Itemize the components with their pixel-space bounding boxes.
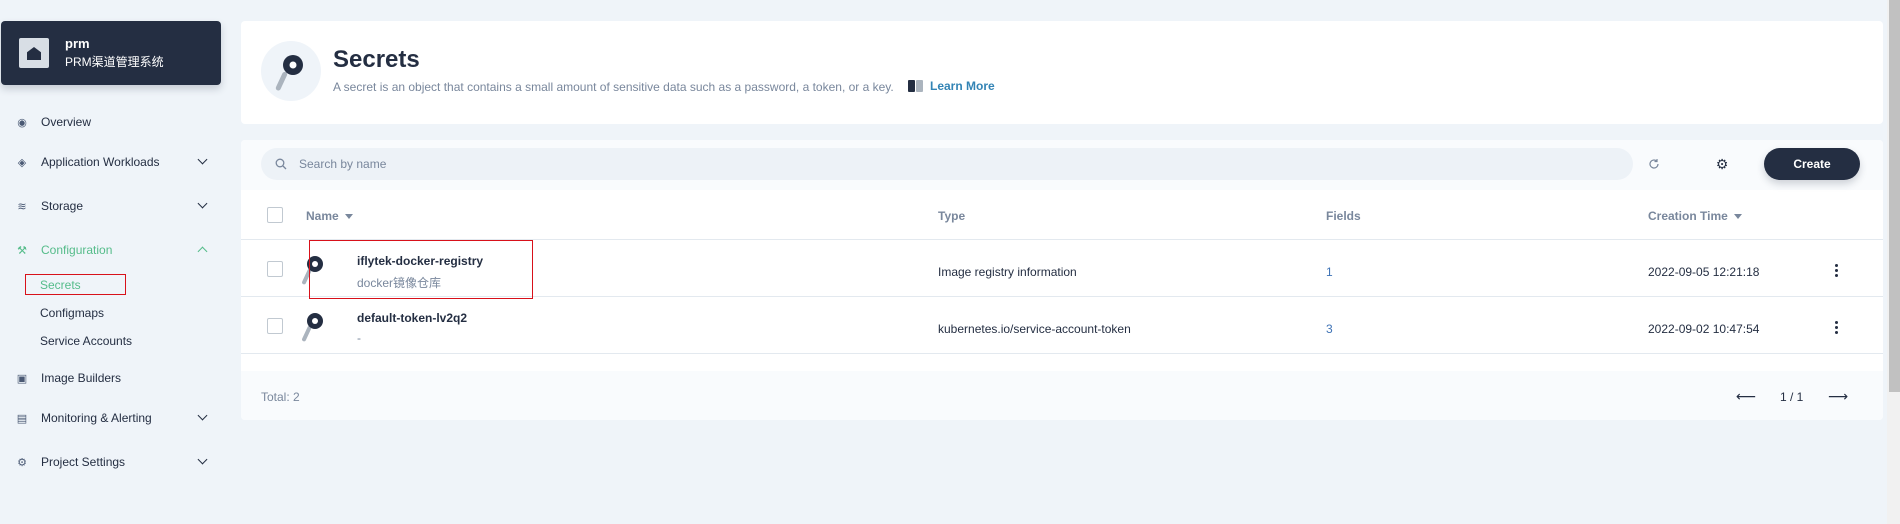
select-all-checkbox[interactable] bbox=[267, 207, 283, 223]
sidebar-item-label: Monitoring & Alerting bbox=[41, 411, 152, 425]
secrets-table-card: ⚙ Create Name Type Fields Creation Time … bbox=[241, 140, 1883, 420]
key-icon bbox=[261, 41, 321, 101]
page-indicator: 1 / 1 bbox=[1780, 390, 1804, 404]
page-header: Secrets A secret is an object that conta… bbox=[241, 21, 1883, 124]
project-name: prm bbox=[65, 36, 90, 51]
toolbar: ⚙ Create bbox=[241, 140, 1883, 190]
column-name[interactable]: Name bbox=[306, 209, 353, 223]
sidebar-subitem-configmaps[interactable]: Configmaps bbox=[40, 303, 104, 323]
sidebar-item-label: Application Workloads bbox=[41, 155, 160, 169]
learn-more-link[interactable]: Learn More bbox=[908, 79, 995, 93]
settings-button[interactable]: ⚙ bbox=[1708, 150, 1736, 178]
highlight-box bbox=[309, 240, 533, 299]
total-count: Total: 2 bbox=[261, 390, 300, 404]
chevron-down-icon bbox=[197, 454, 208, 465]
sidebar-item-label: Overview bbox=[41, 115, 92, 129]
table-footer: Total: 2 ⟵ 1 / 1 ⟶ bbox=[241, 371, 1883, 420]
sidebar-item-label: Configuration bbox=[41, 243, 113, 257]
chevron-up-icon bbox=[197, 246, 208, 257]
refresh-icon bbox=[1649, 159, 1659, 169]
sidebar-item-overview[interactable]: ◉ Overview bbox=[0, 108, 224, 136]
refresh-button[interactable] bbox=[1640, 150, 1668, 178]
sort-down-icon bbox=[1733, 213, 1742, 219]
sidebar-item-workloads[interactable]: ◈ Application Workloads bbox=[0, 148, 224, 176]
sidebar-item-configuration[interactable]: ⚒ Configuration bbox=[0, 236, 224, 264]
secret-name[interactable]: default-token-lv2q2 bbox=[357, 311, 467, 325]
gear-icon: ⚙ bbox=[1715, 155, 1729, 172]
row-checkbox[interactable] bbox=[267, 318, 283, 334]
column-creation-time[interactable]: Creation Time bbox=[1648, 209, 1742, 223]
row-checkbox[interactable] bbox=[267, 261, 283, 277]
next-page-icon[interactable]: ⟶ bbox=[1828, 388, 1848, 405]
prev-page-icon[interactable]: ⟵ bbox=[1736, 388, 1756, 405]
secret-fields: 1 bbox=[1326, 265, 1333, 279]
search-bar[interactable] bbox=[261, 148, 1633, 180]
more-options-icon[interactable] bbox=[1826, 260, 1846, 280]
secret-description: - bbox=[357, 331, 361, 345]
chevron-down-icon bbox=[197, 410, 208, 421]
project-card[interactable]: prm PRM渠道管理系统 bbox=[1, 21, 221, 85]
search-icon bbox=[275, 158, 287, 170]
column-fields: Fields bbox=[1326, 209, 1361, 223]
sidebar-item-monitoring[interactable]: ▤ Monitoring & Alerting bbox=[0, 404, 224, 432]
secret-created: 2022-09-05 12:21:18 bbox=[1648, 265, 1760, 279]
secret-type: kubernetes.io/service-account-token bbox=[938, 322, 1131, 336]
table-row[interactable]: default-token-lv2q2 - kubernetes.io/serv… bbox=[241, 297, 1883, 354]
gear-icon: ⚙ bbox=[17, 456, 27, 469]
column-type: Type bbox=[938, 209, 966, 223]
search-input[interactable] bbox=[299, 157, 699, 171]
chevron-down-icon bbox=[197, 154, 208, 165]
hammer-icon: ⚒ bbox=[17, 244, 27, 257]
monitor-icon: ▤ bbox=[16, 412, 28, 425]
layers-icon: ◈ bbox=[17, 156, 27, 169]
sidebar-item-label: Project Settings bbox=[41, 455, 126, 469]
secret-fields: 3 bbox=[1326, 322, 1333, 336]
image-builder-icon: ▣ bbox=[16, 372, 28, 385]
project-subtitle: PRM渠道管理系统 bbox=[65, 55, 164, 69]
project-icon bbox=[19, 38, 49, 68]
sidebar-subitem-service-accounts[interactable]: Service Accounts bbox=[40, 331, 132, 351]
dashboard-icon: ◉ bbox=[17, 116, 27, 129]
sidebar-item-image-builders[interactable]: ▣ Image Builders bbox=[0, 364, 224, 392]
chevron-down-icon bbox=[197, 198, 208, 209]
book-icon bbox=[908, 80, 924, 92]
secret-created: 2022-09-02 10:47:54 bbox=[1648, 322, 1760, 336]
sidebar-item-project-settings[interactable]: ⚙ Project Settings bbox=[0, 448, 224, 476]
secret-type: Image registry information bbox=[938, 265, 1077, 279]
sort-down-icon bbox=[344, 213, 353, 219]
database-icon: ≋ bbox=[17, 200, 27, 213]
sidebar-item-label: Image Builders bbox=[41, 371, 122, 385]
page-title: Secrets bbox=[333, 46, 420, 73]
table-header: Name Type Fields Creation Time bbox=[241, 190, 1883, 240]
sidebar-item-label: Storage bbox=[41, 199, 84, 213]
create-button[interactable]: Create bbox=[1764, 148, 1860, 180]
sidebar-item-storage[interactable]: ≋ Storage bbox=[0, 192, 224, 220]
highlight-box bbox=[25, 274, 126, 295]
more-options-icon[interactable] bbox=[1826, 317, 1846, 337]
scrollbar-thumb[interactable] bbox=[1889, 0, 1900, 392]
key-icon bbox=[302, 313, 323, 342]
page-description: A secret is an object that contains a sm… bbox=[333, 80, 894, 94]
